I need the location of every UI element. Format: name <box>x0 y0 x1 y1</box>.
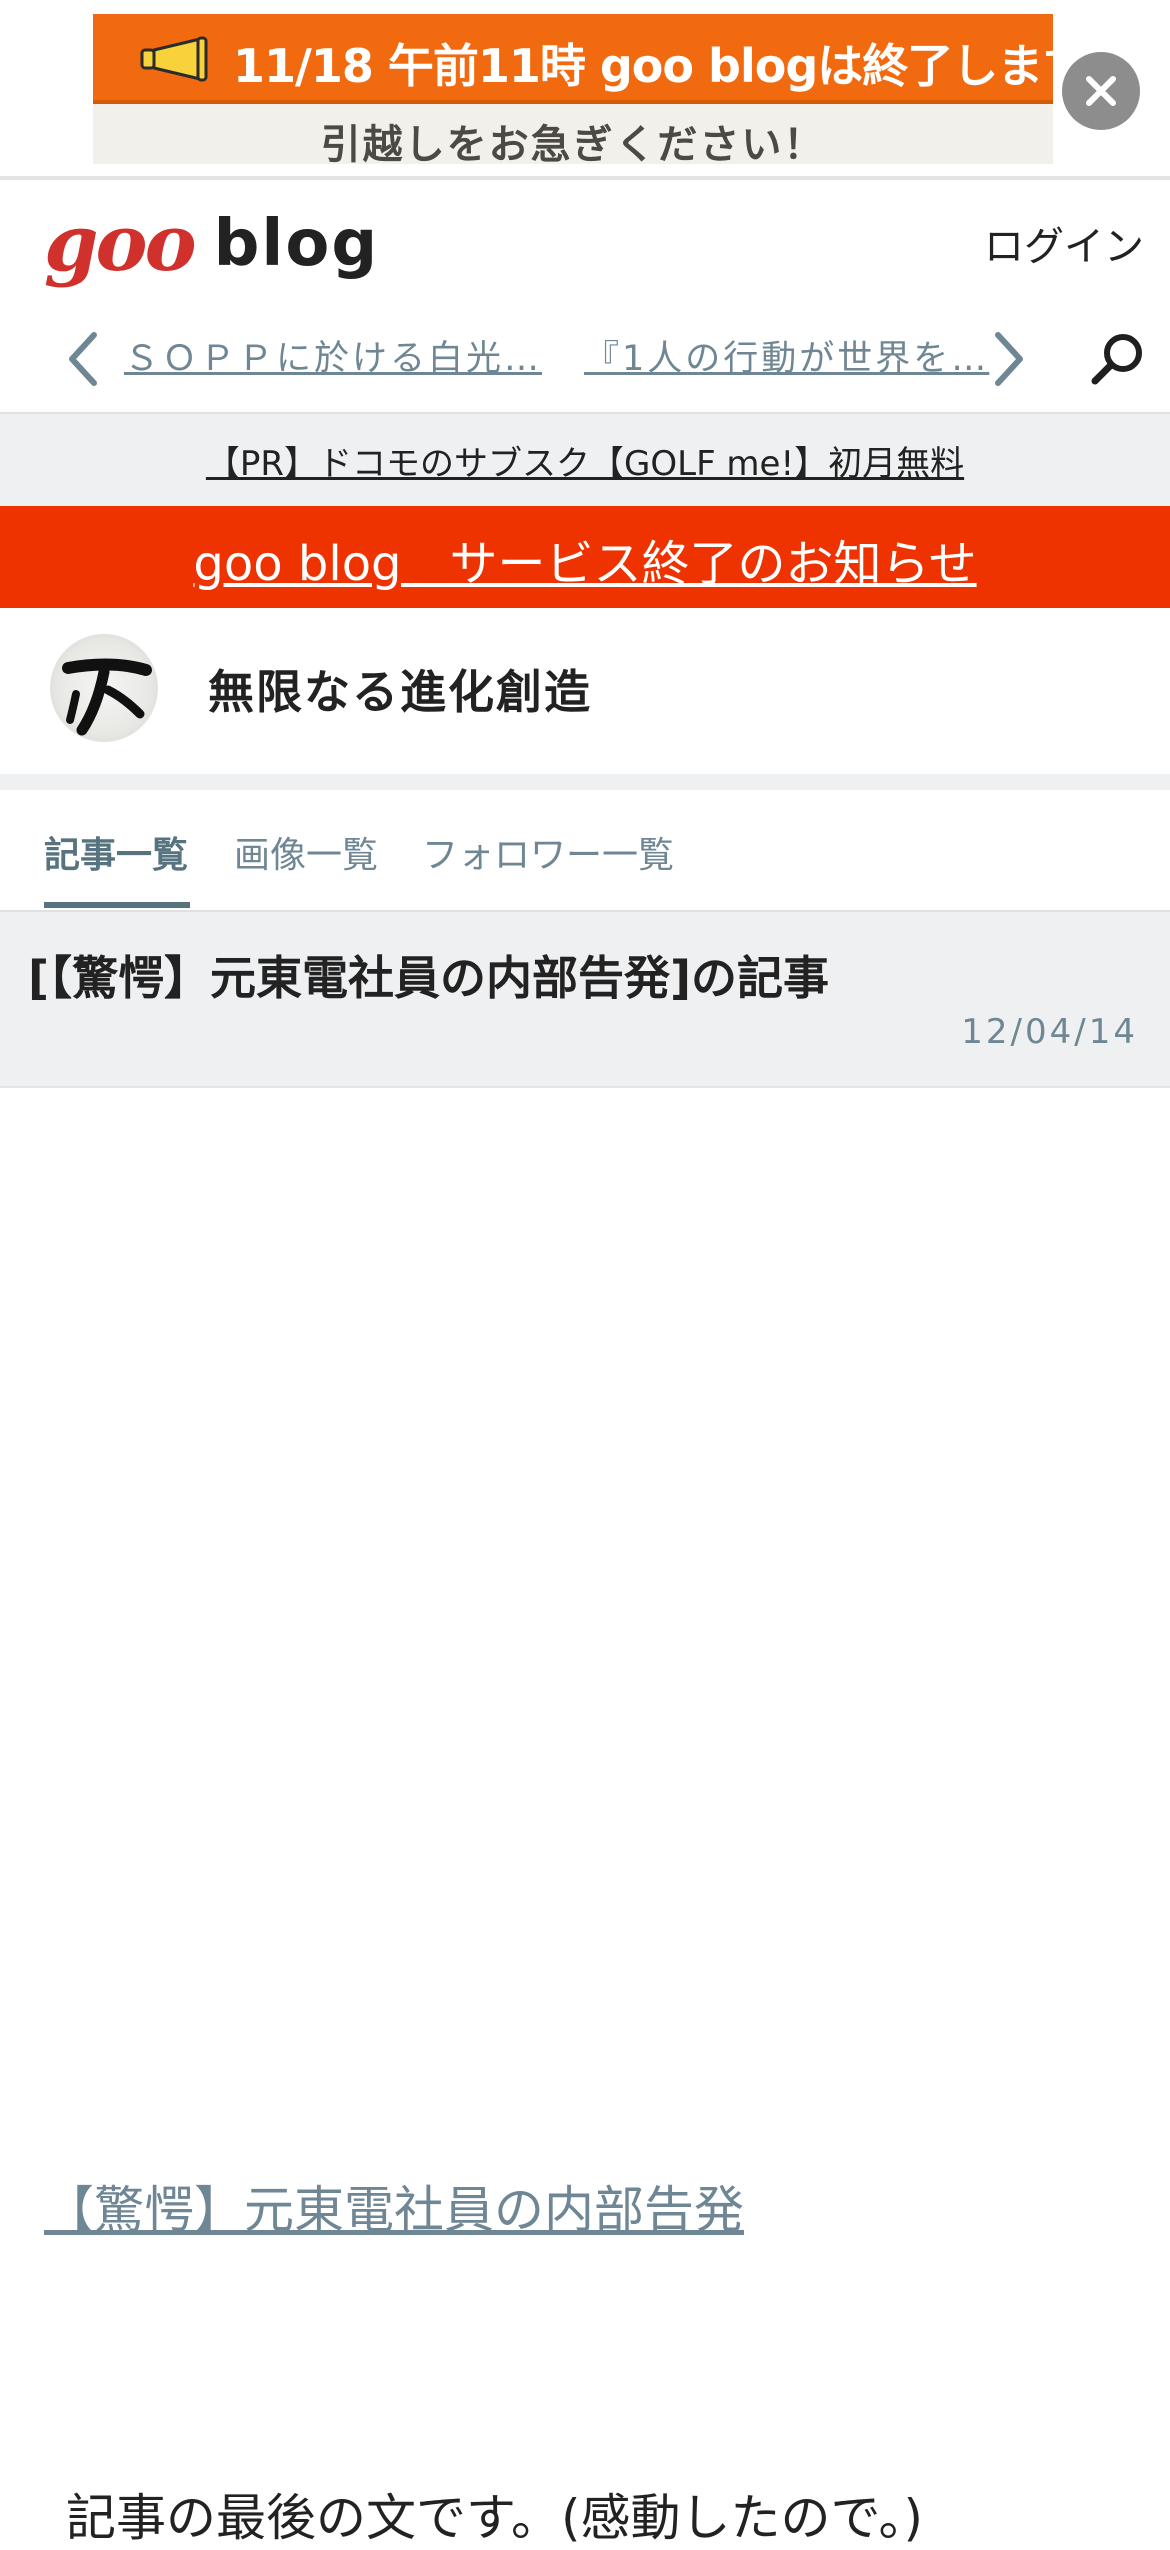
article-list-header: [【驚愕】元東電社員の内部告発]の記事 12/04/14 <box>0 912 1170 1088</box>
close-icon <box>1086 76 1116 106</box>
pr-link[interactable]: 【PR】ドコモのサブスク【GOLF me!】初月無料 <box>206 436 964 485</box>
blog-tabs: 記事一覧 画像一覧 フォロワー一覧 <box>0 790 1170 912</box>
avatar-calligraphy-image <box>62 658 152 736</box>
tab-images[interactable]: 画像一覧 <box>234 826 378 878</box>
chevron-left-icon <box>69 332 97 386</box>
section-divider <box>0 774 1170 790</box>
tab-followers[interactable]: フォロワー一覧 <box>422 826 674 878</box>
service-end-notice-link[interactable]: goo blog サービス終了のお知らせ <box>193 524 976 594</box>
site-header: goo blog ログイン ＳＯＰＰに於ける白光… 『1人の行動が世界を… <box>0 184 1170 412</box>
article-last-line: 記事の最後の文です。(感動したので。) <box>66 2489 924 2547</box>
chevron-right-icon <box>995 332 1023 386</box>
blog-title[interactable]: 無限なる進化創造 <box>208 656 592 722</box>
tab-articles[interactable]: 記事一覧 <box>44 826 188 878</box>
article-ticker: ＳＯＰＰに於ける白光… 『1人の行動が世界を… <box>0 304 1170 404</box>
service-end-banner[interactable]: 11/18 午前11時 goo blogは終了します。 引越しをお急ぎください！ <box>93 14 1053 164</box>
article-link[interactable]: 【驚愕】元東電社員の内部告発 <box>44 2170 744 2242</box>
search-icon <box>1091 334 1142 385</box>
logo-goo-text: goo <box>44 198 197 289</box>
ticker-prev-button[interactable] <box>52 324 112 394</box>
search-button[interactable] <box>1082 324 1152 394</box>
logo-blog-text: blog <box>213 207 380 281</box>
avatar[interactable] <box>50 634 158 742</box>
service-end-notice-bar: goo blog サービス終了のお知らせ <box>0 506 1170 608</box>
top-banner: 11/18 午前11時 goo blogは終了します。 引越しをお急ぎください！ <box>0 0 1170 180</box>
banner-close-button[interactable] <box>1062 52 1140 130</box>
banner-headline: 11/18 午前11時 goo blogは終了します。 <box>233 39 1053 93</box>
pr-bar: 【PR】ドコモのサブスク【GOLF me!】初月無料 <box>0 412 1170 506</box>
megaphone-icon <box>140 36 208 82</box>
ticker-next-button[interactable] <box>980 324 1040 394</box>
ticker-item[interactable]: ＳＯＰＰに於ける白光… <box>124 330 542 381</box>
goo-blog-logo[interactable]: goo blog <box>44 204 379 284</box>
ticker-item[interactable]: 『1人の行動が世界を… <box>584 330 989 381</box>
blog-header: 無限なる進化創造 <box>0 608 1170 774</box>
article-list-heading: [【驚愕】元東電社員の内部告発]の記事 <box>28 951 830 1005</box>
login-link[interactable]: ログイン <box>984 214 1144 272</box>
banner-subline: 引越しをお急ぎください！ <box>320 122 826 164</box>
article-date: 12/04/14 <box>961 1012 1138 1052</box>
active-tab-indicator <box>44 902 190 908</box>
